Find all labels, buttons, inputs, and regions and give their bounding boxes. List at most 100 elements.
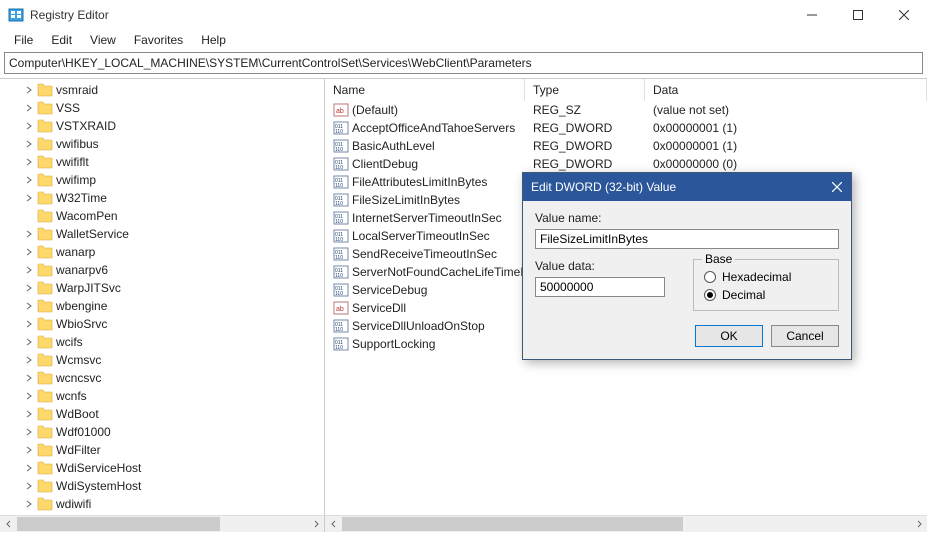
tree-item[interactable]: wbengine <box>2 297 324 315</box>
tree-label: WdBoot <box>56 407 99 421</box>
window-controls <box>789 0 927 30</box>
chevron-right-icon[interactable] <box>22 83 36 97</box>
tree-label: WacomPen <box>56 209 118 223</box>
dialog-close-button[interactable] <box>823 173 851 201</box>
chevron-right-icon[interactable] <box>22 101 36 115</box>
svg-text:110: 110 <box>335 201 343 207</box>
svg-text:110: 110 <box>335 129 343 135</box>
tree-item[interactable]: wcnfs <box>2 387 324 405</box>
value-name: ServerNotFoundCacheLifeTimeI.. <box>352 265 525 279</box>
tree-item[interactable]: wanarp <box>2 243 324 261</box>
list-row[interactable]: 011110BasicAuthLevelREG_DWORD0x00000001 … <box>325 137 927 155</box>
close-button[interactable] <box>881 0 927 30</box>
tree-item[interactable]: WdiServiceHost <box>2 459 324 477</box>
maximize-button[interactable] <box>835 0 881 30</box>
value-name: ServiceDebug <box>352 283 427 297</box>
tree-item[interactable]: vwifimp <box>2 171 324 189</box>
base-fieldset: Base Hexadecimal Decimal <box>693 259 839 311</box>
chevron-right-icon[interactable] <box>22 371 36 385</box>
menu-help[interactable]: Help <box>193 31 234 49</box>
tree-label: VSS <box>56 101 80 115</box>
registry-tree[interactable]: vsmraid VSS VSTXRAIDvwifibusvwififltvwifim… <box>0 79 324 515</box>
chevron-right-icon[interactable] <box>22 299 36 313</box>
folder-icon <box>37 425 53 439</box>
chevron-right-icon[interactable] <box>22 227 36 241</box>
chevron-right-icon[interactable] <box>22 479 36 493</box>
ok-button[interactable]: OK <box>695 325 763 347</box>
tree-item[interactable]: WdiSystemHost <box>2 477 324 495</box>
folder-icon <box>37 407 53 421</box>
folder-icon <box>37 101 53 115</box>
column-name[interactable]: Name <box>325 79 525 101</box>
value-name: (Default) <box>352 103 398 117</box>
value-data-input[interactable] <box>535 277 665 297</box>
chevron-right-icon[interactable] <box>22 173 36 187</box>
list-row[interactable]: ab(Default)REG_SZ(value not set) <box>325 101 927 119</box>
binary-value-icon: 011110 <box>333 210 349 226</box>
chevron-right-icon[interactable] <box>22 425 36 439</box>
menubar: File Edit View Favorites Help <box>0 30 927 50</box>
menu-favorites[interactable]: Favorites <box>126 31 191 49</box>
tree-label: Wcmsvc <box>56 353 101 367</box>
tree-item[interactable]: WacomPen <box>2 207 324 225</box>
tree-item[interactable]: vwifibus <box>2 135 324 153</box>
tree-item[interactable]: wcncsvc <box>2 369 324 387</box>
tree-item[interactable]: VSS <box>2 99 324 117</box>
chevron-right-icon[interactable] <box>22 443 36 457</box>
tree-item[interactable]: vsmraid <box>2 81 324 99</box>
tree-item[interactable]: WarpJITSvc <box>2 279 324 297</box>
value-name: SupportLocking <box>352 337 435 351</box>
scroll-thumb[interactable] <box>17 517 220 531</box>
radio-decimal[interactable]: Decimal <box>704 288 828 302</box>
tree-item[interactable]: Wdf01000 <box>2 423 324 441</box>
chevron-right-icon[interactable] <box>22 245 36 259</box>
chevron-right-icon[interactable] <box>22 461 36 475</box>
cancel-button[interactable]: Cancel <box>771 325 839 347</box>
tree-item[interactable]: W32Time <box>2 189 324 207</box>
chevron-right-icon[interactable] <box>22 317 36 331</box>
svg-text:110: 110 <box>335 147 343 153</box>
chevron-right-icon[interactable] <box>22 155 36 169</box>
column-type[interactable]: Type <box>525 79 645 101</box>
chevron-right-icon[interactable] <box>22 497 36 511</box>
menu-file[interactable]: File <box>6 31 41 49</box>
menu-view[interactable]: View <box>82 31 124 49</box>
chevron-right-icon[interactable] <box>22 137 36 151</box>
tree-item[interactable]: vwififlt <box>2 153 324 171</box>
chevron-right-icon[interactable] <box>22 407 36 421</box>
tree-item[interactable]: wdiwifi <box>2 495 324 513</box>
chevron-right-icon[interactable] <box>22 389 36 403</box>
scroll-right-icon[interactable] <box>307 516 324 533</box>
list-row[interactable]: 011110ClientDebugREG_DWORD0x00000000 (0) <box>325 155 927 173</box>
dialog-titlebar[interactable]: Edit DWORD (32-bit) Value <box>523 173 851 201</box>
address-bar[interactable]: Computer\HKEY_LOCAL_MACHINE\SYSTEM\Curre… <box>4 52 923 74</box>
address-path: Computer\HKEY_LOCAL_MACHINE\SYSTEM\Curre… <box>9 56 532 70</box>
tree-item[interactable]: wanarpv6 <box>2 261 324 279</box>
list-row[interactable]: 011110AcceptOfficeAndTahoeServersREG_DWO… <box>325 119 927 137</box>
tree-hscrollbar[interactable] <box>0 515 324 532</box>
column-data[interactable]: Data <box>645 79 927 101</box>
scroll-right-icon[interactable] <box>910 516 927 533</box>
folder-icon <box>37 371 53 385</box>
menu-edit[interactable]: Edit <box>43 31 80 49</box>
tree-item[interactable]: wcifs <box>2 333 324 351</box>
chevron-right-icon[interactable] <box>22 191 36 205</box>
scroll-thumb[interactable] <box>342 517 683 531</box>
tree-item[interactable]: WalletService <box>2 225 324 243</box>
chevron-right-icon[interactable] <box>22 263 36 277</box>
minimize-button[interactable] <box>789 0 835 30</box>
chevron-right-icon[interactable] <box>22 353 36 367</box>
tree-item[interactable]: VSTXRAID <box>2 117 324 135</box>
tree-item[interactable]: Wcmsvc <box>2 351 324 369</box>
list-hscrollbar[interactable] <box>325 515 927 532</box>
tree-item[interactable]: WdFilter <box>2 441 324 459</box>
chevron-right-icon[interactable] <box>22 119 36 133</box>
value-name-input[interactable] <box>535 229 839 249</box>
tree-item[interactable]: WbioSrvc <box>2 315 324 333</box>
radio-hexadecimal[interactable]: Hexadecimal <box>704 270 828 284</box>
tree-item[interactable]: WdBoot <box>2 405 324 423</box>
chevron-right-icon[interactable] <box>22 281 36 295</box>
chevron-right-icon[interactable] <box>22 335 36 349</box>
scroll-left-icon[interactable] <box>0 516 17 533</box>
scroll-left-icon[interactable] <box>325 516 342 533</box>
